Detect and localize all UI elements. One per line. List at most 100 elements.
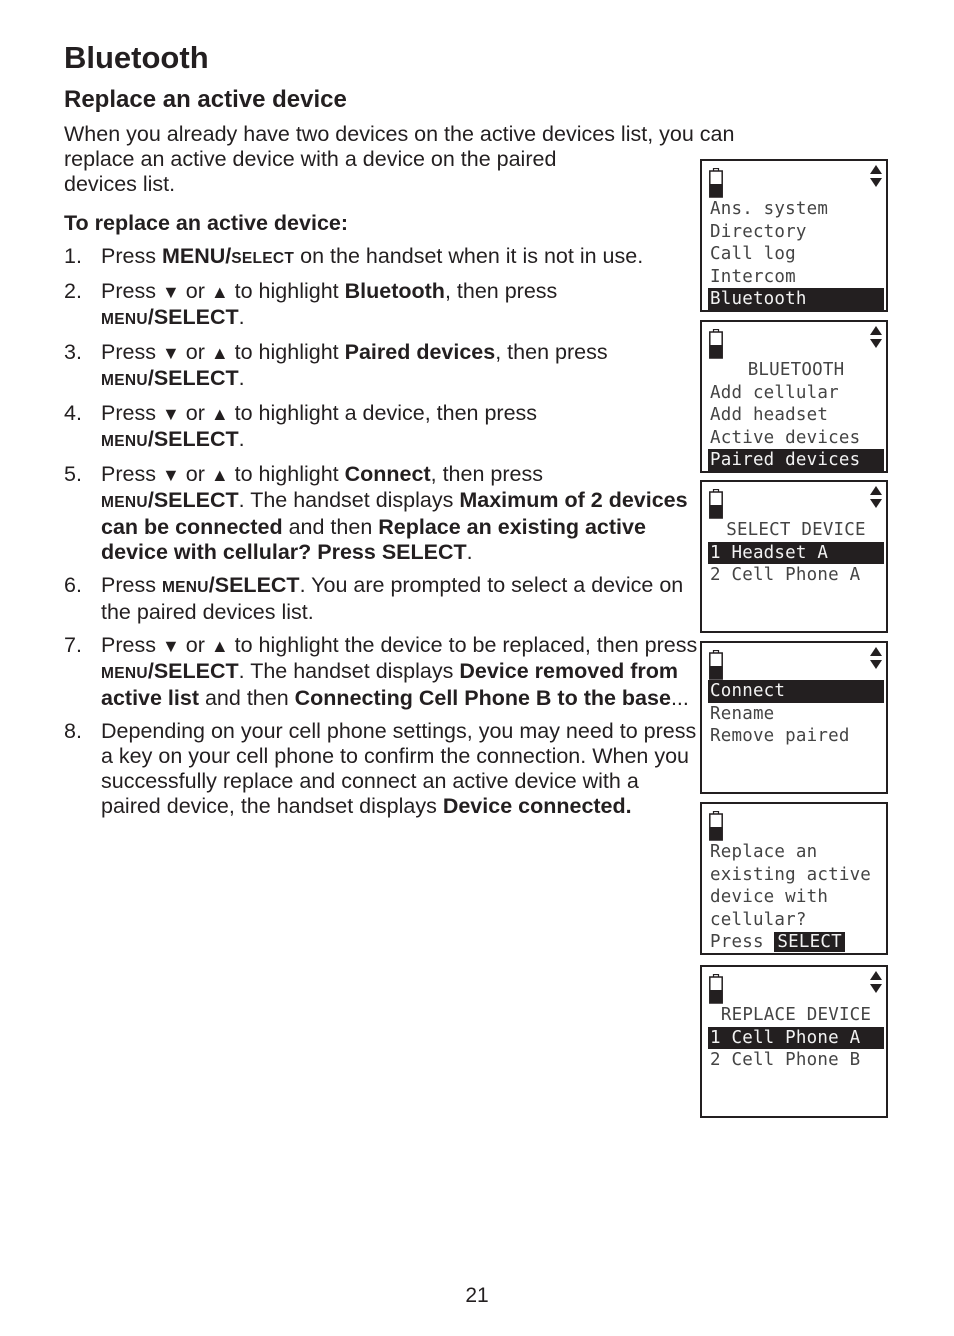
step-text: or [179, 462, 211, 486]
screen-line: 2 Cell Phone A [710, 565, 861, 585]
step-8: 8. Depending on your cell phone settings… [64, 719, 704, 819]
screen-lines: REPLACE DEVICE 1 Cell Phone A2 Cell Phone… [708, 1004, 884, 1072]
step-text: . [238, 366, 245, 390]
menu-item-ref: Connect [344, 462, 431, 486]
key-label: /SELECT [147, 366, 239, 390]
step-text: . The handset displays [238, 488, 460, 512]
screen-line-highlighted: Paired devices [708, 449, 884, 472]
step-text: . [466, 540, 473, 564]
menu-item-ref: Paired devices [344, 340, 496, 364]
step-number: 3. [64, 340, 82, 364]
key-label: MENU [101, 665, 148, 682]
step-2: 2. Press ▼ or ▲ to highlight Bluetooth, … [64, 279, 704, 332]
screen-lines: Ans. system Directory Call log Intercom Blue… [708, 198, 884, 311]
key-label: MENU [101, 433, 148, 450]
step-text: and then [282, 515, 379, 539]
down-triangle-icon: ▼ [161, 404, 180, 424]
screen-line: REPLACE DEVICE [720, 1005, 872, 1025]
key-label: /SELECT [147, 659, 239, 683]
scroll-arrows-icon [869, 164, 883, 188]
handset-screen: SELECT DEVICE 1 Headset A2 Cell Phone A [700, 480, 888, 633]
scroll-arrows-icon [869, 485, 883, 509]
screen-lines: BLUETOOTH Add cellular Add headset Active d… [708, 359, 884, 472]
scroll-arrows-icon [869, 646, 883, 670]
key-label: /SELECT [147, 305, 239, 329]
step-text: or [179, 633, 211, 657]
step-number: 8. [64, 719, 82, 743]
handset-screen: REPLACE DEVICE 1 Cell Phone A2 Cell Phone… [700, 965, 888, 1118]
screen-line-highlighted: 1 Headset A [708, 541, 884, 564]
screen-line: Replace an [710, 842, 818, 862]
step-text: to highlight [228, 462, 345, 486]
step-3: 3. Press ▼ or ▲ to highlight Paired devi… [64, 340, 704, 393]
step-number: 5. [64, 462, 82, 486]
step-text: to highlight the device to be replaced, … [228, 633, 698, 657]
step-number: 2. [64, 279, 82, 303]
screen-line: device with [710, 887, 829, 907]
screen-lines: Connect Rename Remove paired [708, 680, 884, 748]
intro-line: When you already have two devices on the… [64, 122, 735, 146]
step-text: or [179, 401, 211, 425]
key-label: MENU [161, 579, 209, 596]
key-label: /SELECT [147, 488, 239, 512]
section-title: Replace an active device [64, 86, 347, 113]
down-triangle-icon: ▼ [161, 636, 180, 656]
screen-line: Intercom [710, 266, 796, 287]
page-title: Bluetooth [64, 40, 209, 75]
screen-line: Ans. system [710, 199, 829, 219]
screen-line-highlighted: Connect [708, 680, 884, 703]
step-text: to highlight [228, 279, 345, 303]
screen-line: existing active [710, 864, 872, 885]
step-text: to highlight [228, 340, 345, 364]
step-text: or [179, 340, 211, 364]
step-5: 5. Press ▼ or ▲ to highlight Connect, th… [64, 462, 704, 565]
display-message: Device connected. [442, 794, 632, 818]
battery-icon [709, 328, 723, 359]
step-text: Press [101, 462, 162, 486]
step-7: 7. Press ▼ or ▲ to highlight the device … [64, 633, 704, 711]
up-triangle-icon: ▲ [210, 282, 229, 302]
step-1: 1. Press MENU/SELECT on the handset when… [64, 244, 704, 271]
step-text: Press [101, 573, 162, 597]
battery-icon [709, 167, 723, 198]
step-text: Press [101, 340, 162, 364]
key-label: SELECT [231, 250, 295, 267]
step-text: to highlight a device, then press [228, 401, 538, 425]
handset-screen: BLUETOOTH Add cellular Add headset Active d… [700, 320, 888, 473]
screen-line-highlighted: Bluetooth [708, 288, 884, 311]
screen-line-highlighted: 1 Cell Phone A [708, 1026, 884, 1049]
step-text: and then [199, 686, 295, 710]
step-text: . [238, 305, 245, 329]
screen-line: Press SELECT [708, 931, 884, 954]
screen-lines: SELECT DEVICE 1 Headset A2 Cell Phone A [708, 519, 884, 587]
down-triangle-icon: ▼ [161, 465, 180, 485]
scroll-arrows-icon [869, 970, 883, 994]
step-text: Press [101, 244, 162, 268]
up-triangle-icon: ▲ [210, 465, 229, 485]
step-number: 1. [64, 244, 82, 268]
battery-icon [709, 973, 723, 1004]
step-text: or [179, 279, 211, 303]
down-triangle-icon: ▼ [161, 343, 180, 363]
screen-line: Add cellular [710, 382, 839, 403]
screen-line: Add headset [710, 405, 829, 425]
battery-icon [709, 810, 723, 841]
step-4: 4. Press ▼ or ▲ to highlight a device, t… [64, 401, 704, 454]
screen-line: Remove paired [710, 726, 850, 746]
key-label: MENU [101, 311, 148, 328]
screen-line: Rename [710, 703, 775, 724]
key-label: MENU/ [161, 244, 232, 268]
screen-line: SELECT DEVICE [726, 520, 866, 540]
key-label: /SELECT [147, 427, 239, 451]
step-text: on the handset when it is not in use. [294, 244, 644, 268]
screen-line: cellular? [710, 909, 807, 930]
up-triangle-icon: ▲ [210, 404, 229, 424]
step-number: 7. [64, 633, 82, 657]
step-number: 6. [64, 573, 82, 597]
battery-icon [709, 488, 723, 519]
procedure-title: To replace an active device: [64, 211, 349, 235]
step-6: 6. Press MENU/SELECT. You are prompted t… [64, 573, 704, 625]
step-number: 4. [64, 401, 82, 425]
screen-lines: Replace an existing active device with cell… [708, 841, 884, 954]
screen-line: 2 Cell Phone B [710, 1050, 861, 1070]
